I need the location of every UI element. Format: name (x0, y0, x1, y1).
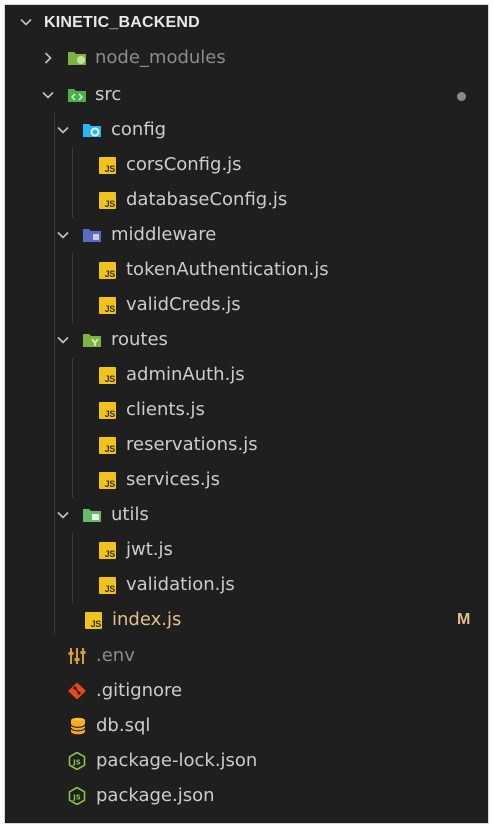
tree-item-label: config (111, 119, 167, 140)
chevron-down-icon[interactable] (55, 332, 71, 348)
chevron-down-icon[interactable] (55, 227, 71, 243)
tree-item-label: package.json (96, 785, 215, 806)
tree-item-services[interactable]: JS services.js (5, 463, 488, 498)
explorer-frame: KINETIC_BACKEND node_modules src config … (5, 5, 488, 823)
tree-item-label: package-lock.json (96, 750, 258, 771)
tree-item-label: adminAuth.js (126, 364, 245, 385)
js-file-icon: JS (99, 262, 116, 279)
tree-item-db-sql[interactable]: db.sql (5, 709, 488, 744)
chevron-down-icon[interactable] (55, 507, 71, 523)
tree-item-valid-creds[interactable]: JS validCreds.js (5, 288, 488, 323)
tree-item-label: reservations.js (126, 434, 258, 455)
tree-item-label: node_modules (95, 47, 226, 68)
tree-item-label: middleware (111, 224, 217, 245)
tree-item-label: databaseConfig.js (126, 189, 288, 210)
tree-item-admin-auth[interactable]: JS adminAuth.js (5, 358, 488, 393)
tree-item-cors-config[interactable]: JS corsConfig.js (5, 148, 488, 183)
tree-item-label: index.js (112, 609, 182, 630)
file-explorer: KINETIC_BACKEND node_modules src config … (5, 5, 488, 823)
tree-item-jwt[interactable]: JS jwt.js (5, 533, 488, 568)
tree-item-node-modules[interactable]: node_modules (5, 41, 488, 76)
tree-item-label: utils (111, 504, 149, 525)
tree-item-clients[interactable]: JS clients.js (5, 393, 488, 428)
git-icon (67, 682, 87, 700)
tree-item-label: .env (96, 645, 135, 666)
database-icon (68, 717, 88, 735)
chevron-down-icon[interactable] (55, 122, 71, 138)
js-file-icon: JS (99, 157, 116, 174)
js-file-icon: JS (85, 612, 102, 629)
tree-item-label: src (95, 84, 122, 105)
tree-item-reservations[interactable]: JS reservations.js (5, 428, 488, 463)
js-file-icon: JS (99, 577, 116, 594)
chevron-right-icon[interactable] (40, 50, 56, 66)
svg-text:JS: JS (72, 759, 81, 767)
tree-item-label: services.js (126, 469, 220, 490)
js-file-icon: JS (99, 542, 116, 559)
utils-folder-icon (82, 506, 102, 524)
tree-item-package-json[interactable]: JS package.json (5, 779, 488, 814)
tree-item-index[interactable]: JS index.js M (5, 603, 488, 638)
nodejs-icon: JS (67, 787, 87, 805)
chevron-down-icon[interactable] (40, 87, 56, 103)
tree-item-token-authentication[interactable]: JS tokenAuthentication.js (5, 253, 488, 288)
tree-item-package-lock-json[interactable]: JS package-lock.json (5, 744, 488, 779)
tree-item-gitignore[interactable]: .gitignore (5, 674, 488, 709)
js-file-icon: JS (99, 472, 116, 489)
env-settings-icon (67, 647, 87, 665)
tree-item-database-config[interactable]: JS databaseConfig.js (5, 183, 488, 218)
svg-text:JS: JS (72, 794, 81, 802)
js-file-icon: JS (99, 437, 116, 454)
tree-item-label: jwt.js (126, 539, 173, 560)
tree-item-src[interactable]: src (5, 78, 488, 113)
src-folder-icon (67, 86, 87, 104)
tree-item-label: db.sql (96, 715, 151, 736)
middleware-folder-icon (82, 226, 102, 244)
js-file-icon: JS (99, 367, 116, 384)
tree-item-label: clients.js (126, 399, 205, 420)
tree-item-label: tokenAuthentication.js (126, 259, 329, 280)
tree-item-utils[interactable]: utils (5, 498, 488, 533)
nodejs-icon: JS (67, 752, 87, 770)
tree-item-validation[interactable]: JS validation.js (5, 568, 488, 603)
js-file-icon: JS (99, 297, 116, 314)
root-folder-name: KINETIC_BACKEND (44, 14, 200, 31)
status-dot (457, 92, 466, 101)
tree-item-label: validCreds.js (126, 294, 241, 315)
tree-item-config[interactable]: config (5, 113, 488, 148)
node-folder-icon (67, 49, 87, 67)
chevron-down-icon[interactable] (18, 14, 34, 30)
tree-item-env[interactable]: .env (5, 639, 488, 674)
tree-item-label: .gitignore (96, 680, 183, 701)
git-modified-badge: M (457, 611, 471, 628)
js-file-icon: JS (99, 402, 116, 419)
tree-item-label: corsConfig.js (126, 154, 242, 175)
tree-item-label: routes (111, 329, 168, 350)
config-folder-icon (82, 121, 102, 139)
tree-item-label: validation.js (126, 574, 235, 595)
tree-item-middleware[interactable]: middleware (5, 218, 488, 253)
explorer-root-header[interactable]: KINETIC_BACKEND (5, 5, 488, 41)
routes-folder-icon (82, 331, 102, 349)
tree-item-routes[interactable]: routes (5, 323, 488, 358)
js-file-icon: JS (99, 192, 116, 209)
